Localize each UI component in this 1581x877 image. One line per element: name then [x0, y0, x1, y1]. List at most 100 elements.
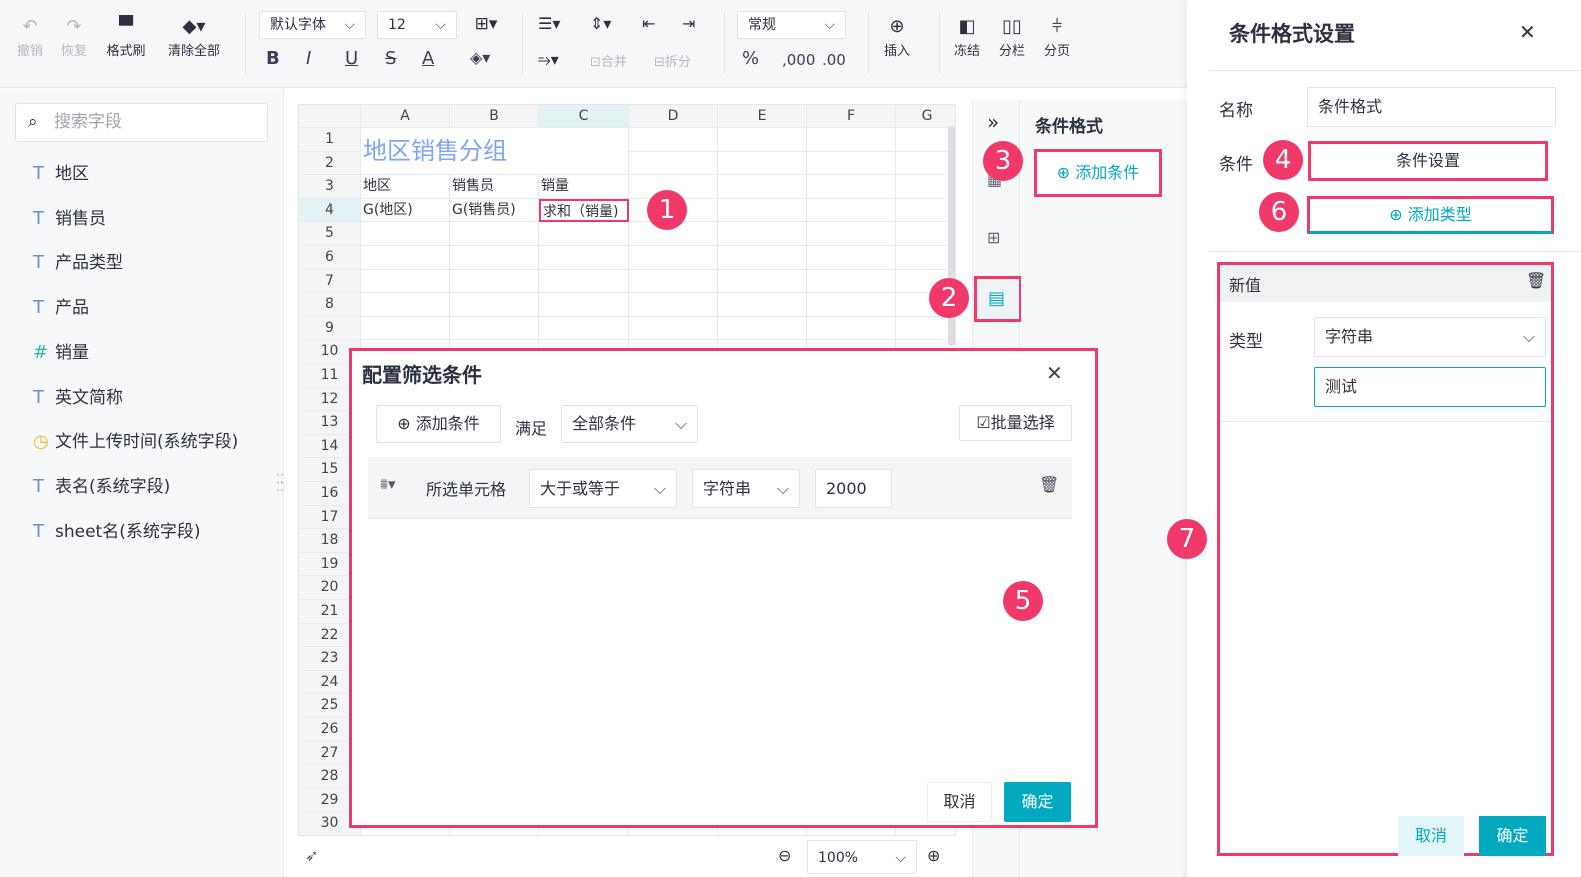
field-item[interactable]: T 产品: [33, 293, 89, 318]
value-type-select[interactable]: 字符串 ⌵: [692, 469, 800, 508]
freeze-button[interactable]: ◧ 冻结: [950, 14, 984, 59]
grid-cell[interactable]: G(地区): [361, 198, 450, 223]
row-header[interactable]: 5: [299, 222, 361, 246]
grid-cell[interactable]: [539, 269, 629, 294]
grid-cell[interactable]: [718, 293, 807, 317]
field-item[interactable]: ◷ 文件上传时间(系统字段): [33, 427, 238, 452]
redo-button[interactable]: ↷ 恢复: [58, 14, 90, 59]
grid-cell[interactable]: [718, 246, 807, 270]
condition-value-input[interactable]: 2000: [815, 469, 892, 508]
grid-cell[interactable]: [629, 269, 718, 294]
bold-button[interactable]: B: [266, 48, 280, 69]
condition-settings-button[interactable]: 条件设置: [1308, 141, 1548, 181]
field-item[interactable]: T 英文简称: [33, 383, 123, 408]
ok-button[interactable]: 确定: [1004, 782, 1071, 822]
grid-cell[interactable]: [539, 293, 629, 317]
clear-all-button[interactable]: ◆▾ 清除全部: [162, 14, 226, 59]
grid-cell[interactable]: [807, 151, 896, 176]
grid-cell[interactable]: [896, 246, 955, 270]
row-header[interactable]: 9: [299, 316, 361, 341]
grid-cell[interactable]: [361, 269, 450, 294]
grid-cell[interactable]: [718, 316, 807, 341]
grid-cell[interactable]: [629, 151, 718, 176]
row-header[interactable]: 2: [299, 151, 361, 176]
grid-cell[interactable]: 地区: [361, 175, 450, 199]
column-header[interactable]: F: [807, 105, 896, 128]
column-header[interactable]: G: [896, 105, 955, 128]
field-item[interactable]: T 产品类型: [33, 248, 123, 273]
font-family-select[interactable]: 默认字体 ⌵: [259, 11, 366, 39]
border-button[interactable]: ⊞▾: [468, 14, 504, 34]
field-item[interactable]: T 销售员: [33, 204, 106, 229]
add-condition-button[interactable]: ⊕ 添加条件: [1034, 149, 1162, 197]
grid-cell[interactable]: [896, 199, 955, 223]
grid-cell[interactable]: [896, 317, 955, 341]
grid-cell[interactable]: [896, 175, 955, 199]
grid-cell[interactable]: [807, 175, 896, 199]
grid-cell[interactable]: G(销售员): [450, 198, 539, 223]
column-header[interactable]: E: [718, 105, 807, 128]
grid-cell[interactable]: [807, 198, 896, 223]
zoom-in-icon[interactable]: ⊕: [927, 846, 940, 865]
format-painter-button[interactable]: ▀ 格式刷: [102, 14, 150, 59]
percent-button[interactable]: %: [742, 48, 759, 69]
row-header[interactable]: 4: [299, 198, 361, 223]
grid-cell[interactable]: 求和（销量): [539, 198, 629, 223]
zoom-select[interactable]: 100% ⌵: [807, 840, 917, 874]
grid-cell[interactable]: [539, 246, 629, 270]
column-header[interactable]: A: [361, 105, 450, 128]
grid-cell[interactable]: [718, 128, 807, 152]
grid-cell[interactable]: [361, 293, 450, 317]
grid-cell[interactable]: [361, 246, 450, 270]
grid-cell[interactable]: [361, 222, 450, 246]
merge-button[interactable]: ⊡合并: [590, 51, 627, 70]
row-header[interactable]: 8: [299, 293, 361, 317]
field-item[interactable]: Tsheet名(系统字段): [33, 517, 200, 542]
cancel-button[interactable]: 取消: [1398, 816, 1464, 856]
insert-button[interactable]: ⊕ 插入: [880, 14, 914, 59]
conditional-format-tab[interactable]: ▤: [974, 276, 1022, 322]
grid-cell[interactable]: [629, 293, 718, 317]
grid-cell[interactable]: [718, 269, 807, 294]
grid-cell[interactable]: [807, 293, 896, 317]
operator-select[interactable]: 大于或等于 ⌵: [529, 469, 677, 508]
column-header[interactable]: D: [629, 105, 718, 128]
row-header[interactable]: 3: [299, 175, 361, 199]
ok-button[interactable]: 确定: [1479, 816, 1546, 856]
grid-cell[interactable]: [450, 246, 539, 270]
wrap-text-icon[interactable]: ⥱▾: [538, 50, 559, 70]
trash-icon[interactable]: 🗑: [1039, 475, 1059, 494]
grid-cell[interactable]: [718, 175, 807, 199]
number-format-select[interactable]: 常规 ⌵: [737, 11, 846, 39]
filter-icon[interactable]: ⩩▾: [380, 475, 396, 493]
name-input[interactable]: 条件格式: [1307, 87, 1556, 127]
grid-cell[interactable]: [629, 128, 718, 152]
vertical-align-icon[interactable]: ⇕▾: [590, 14, 611, 33]
field-item[interactable]: T 地区: [33, 159, 89, 184]
row-header[interactable]: 1: [299, 128, 361, 152]
select-all-corner[interactable]: [299, 105, 361, 128]
type-select[interactable]: 字符串 ⌵: [1314, 317, 1546, 357]
grid-cell[interactable]: [450, 222, 539, 246]
trash-icon[interactable]: 🗑: [1526, 271, 1546, 290]
add-type-button[interactable]: ⊕ 添加类型: [1307, 196, 1554, 234]
sheet-title-cell[interactable]: 地区销售分组: [361, 128, 629, 176]
grid-cell[interactable]: [896, 128, 955, 152]
font-size-select[interactable]: 12 ⌵: [377, 11, 457, 39]
row-header[interactable]: 7: [299, 269, 361, 294]
grid-cell[interactable]: [539, 316, 629, 341]
grid-cell[interactable]: [807, 222, 896, 246]
grid-cell[interactable]: [807, 246, 896, 270]
collapse-panel-icon[interactable]: »: [987, 110, 999, 134]
strikethrough-button[interactable]: S: [385, 48, 396, 69]
outdent-icon[interactable]: ⇤: [642, 14, 655, 33]
search-input[interactable]: ⌕ 搜索字段: [15, 103, 268, 142]
resize-handle[interactable]: ⁚⁚ ⁚⁚: [276, 473, 284, 493]
grid-cell[interactable]: [807, 128, 896, 152]
column-header[interactable]: C: [539, 105, 629, 128]
field-item[interactable]: T 表名(系统字段): [33, 472, 170, 497]
grid-cell[interactable]: [896, 152, 955, 176]
underline-button[interactable]: U: [345, 48, 358, 69]
grid-cell[interactable]: [718, 198, 807, 223]
grid-cell[interactable]: [361, 316, 450, 341]
